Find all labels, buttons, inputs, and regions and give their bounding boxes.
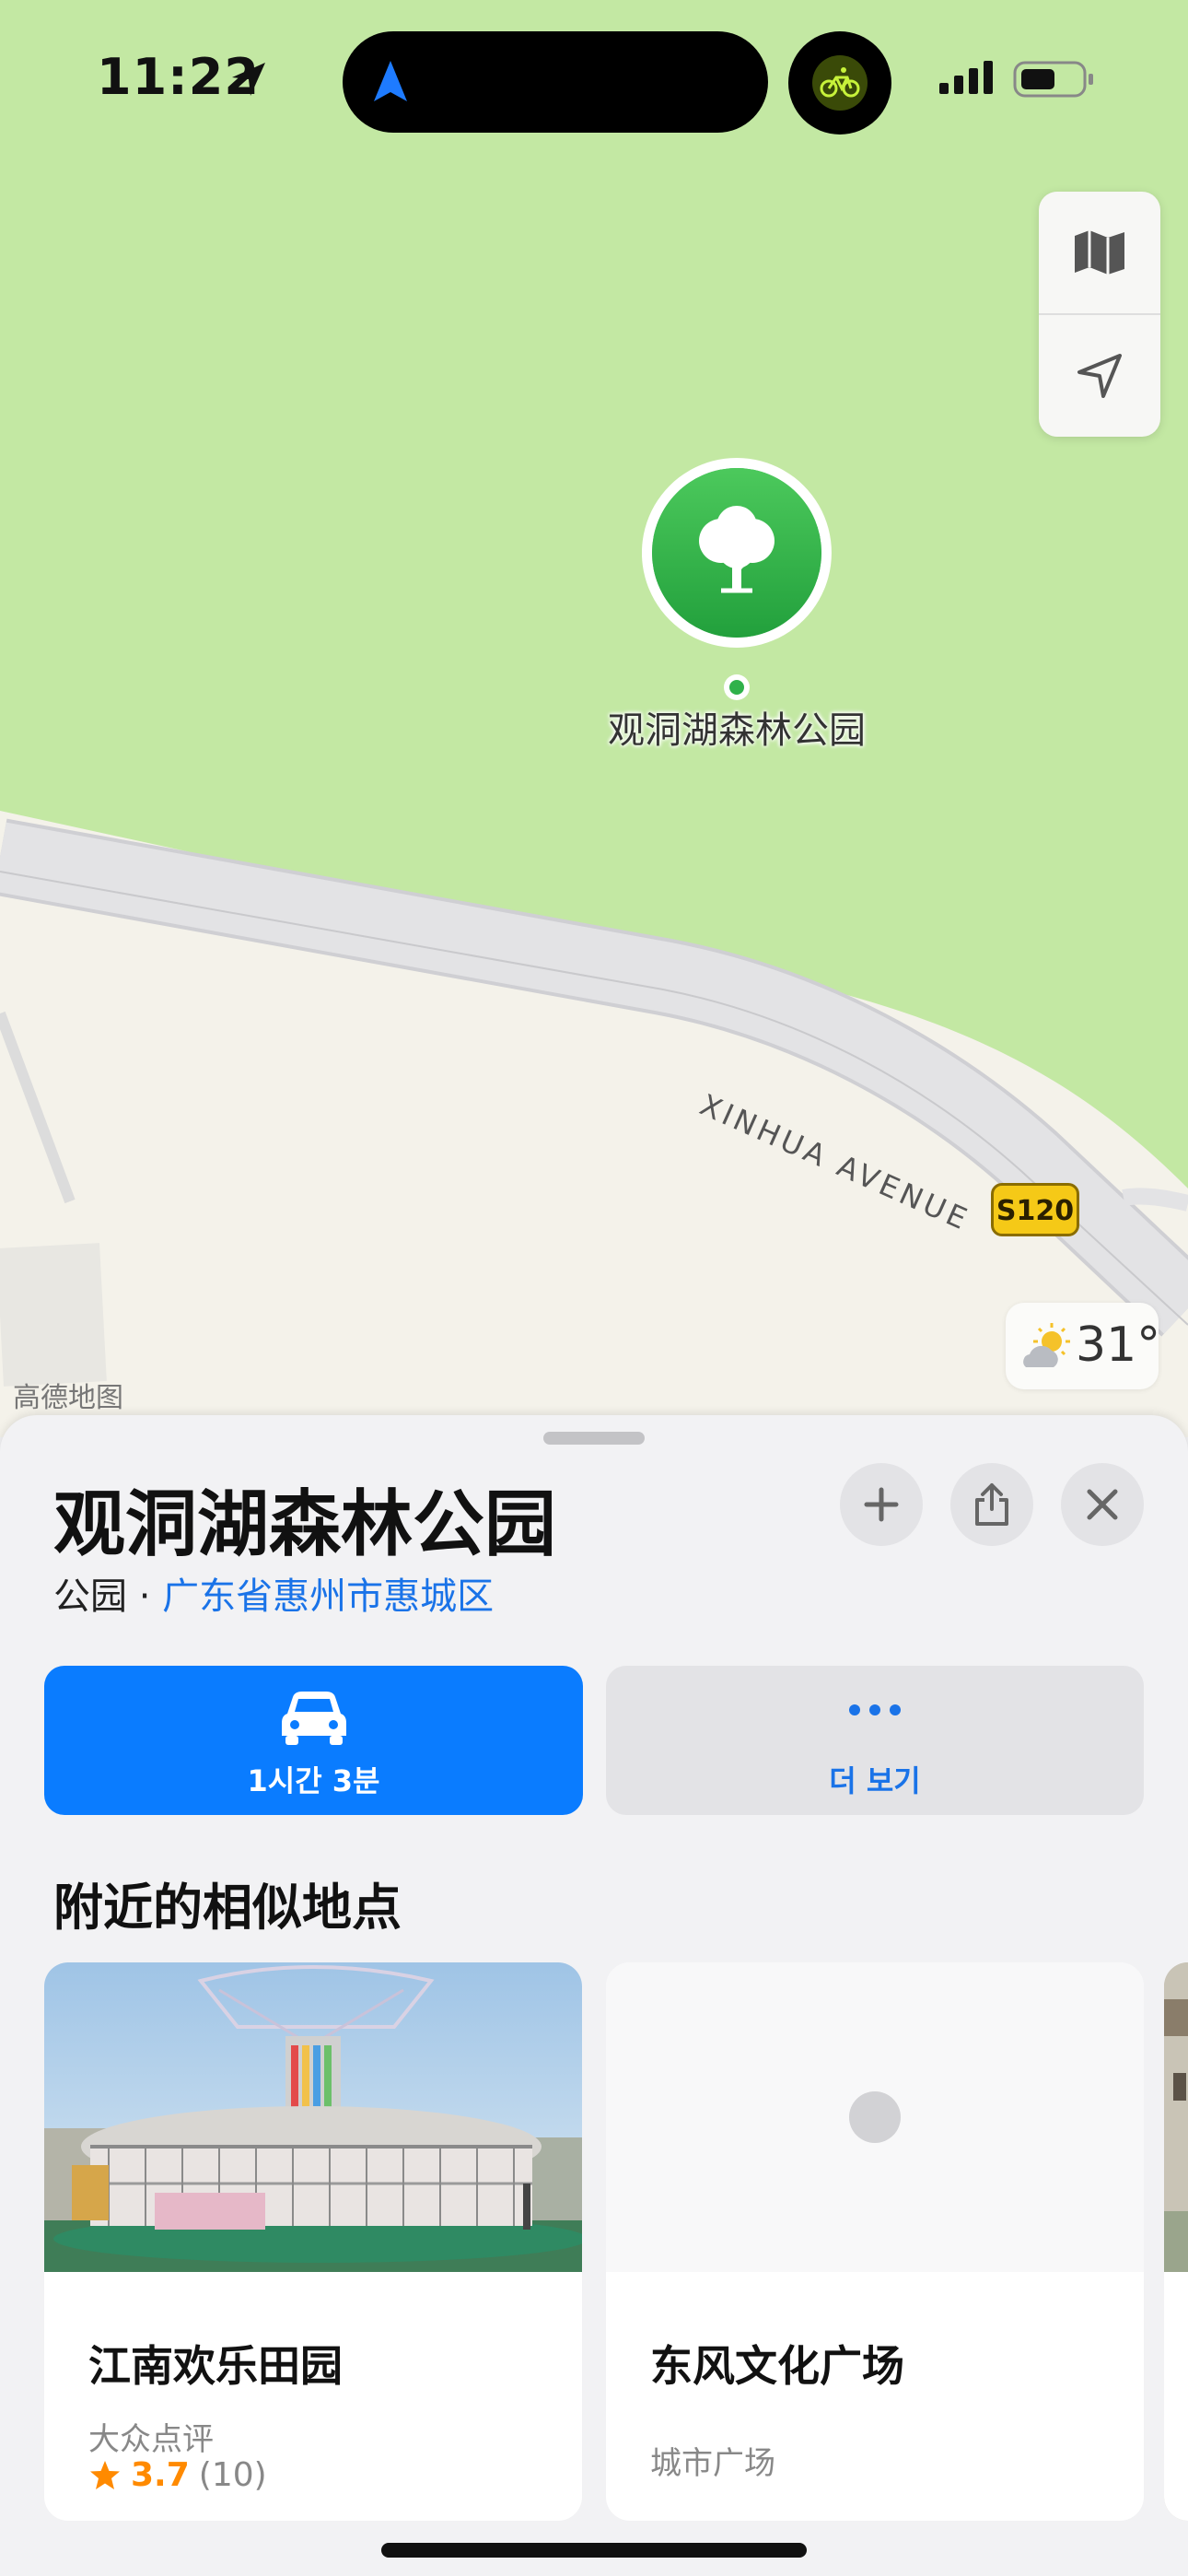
card-name: 江南欢乐田园 (88, 2341, 343, 2391)
place-label[interactable]: 观洞湖森林公园 (553, 700, 921, 754)
map-mode-button[interactable] (1039, 192, 1160, 313)
weather-badge: 31° (1006, 1303, 1161, 1389)
nearby-place-card[interactable]: 江南欢乐田园 大众点评 3.7 (10) (44, 1962, 582, 2521)
location-arrow-icon (232, 63, 265, 96)
pin-dot (724, 674, 750, 700)
card-name: 东风文化广场 (650, 2341, 904, 2391)
place-photo-placeholder (606, 1962, 1144, 2272)
locate-button[interactable] (1039, 315, 1160, 437)
sheet-grabber[interactable] (543, 1432, 645, 1445)
route-shield: S120 (991, 1183, 1079, 1236)
activity-indicator[interactable] (788, 31, 891, 135)
place-category: 公园 (53, 1575, 127, 1618)
cellular-signal-icon (939, 61, 993, 94)
review-count: (10) (198, 2456, 267, 2494)
map-view[interactable]: XINHUA AVENUE S120 观洞湖森林公园 31° 高德地图 (0, 0, 1188, 1437)
place-pin[interactable] (641, 458, 832, 670)
placeholder-dot (849, 2091, 901, 2143)
battery-icon (1013, 61, 1093, 98)
dynamic-island[interactable] (343, 31, 768, 133)
status-bar: 11:22 (0, 0, 1188, 166)
place-sheet[interactable]: 观洞湖森林公园 公园 · 广东省惠州市惠城区 1시간 3분 더 보기 附近的相似… (0, 1415, 1188, 2576)
close-button[interactable] (1061, 1463, 1144, 1546)
tree-icon (693, 506, 780, 598)
map-provider-logo: 高德地图 (13, 1382, 123, 1414)
map-controls (1039, 192, 1160, 437)
car-icon (281, 1692, 346, 1745)
card-rating: 3.7 (10) (88, 2456, 267, 2494)
star-icon (90, 2460, 120, 2489)
share-icon (975, 1483, 1008, 1526)
add-button[interactable] (840, 1463, 923, 1546)
directions-button[interactable]: 1시간 3분 (44, 1666, 583, 1815)
partly-cloudy-icon (1023, 1323, 1070, 1367)
card-source: 大众点评 (88, 2421, 214, 2458)
separator: · (127, 1575, 163, 1618)
card-category: 城市广场 (650, 2445, 775, 2482)
rating-score: 3.7 (131, 2456, 190, 2494)
ellipsis-icon (849, 1704, 901, 1715)
close-icon (1087, 1489, 1118, 1520)
plus-icon (864, 1487, 899, 1522)
more-button[interactable]: 더 보기 (606, 1666, 1144, 1815)
temperature: 31° (1076, 1317, 1161, 1373)
place-photo (44, 1962, 582, 2272)
locate-icon (1077, 354, 1122, 398)
bicycle-icon (812, 55, 868, 111)
directions-label: 1시간 3분 (247, 1763, 380, 1798)
navigation-icon (374, 61, 407, 101)
more-label: 더 보기 (829, 1763, 921, 1798)
nearby-place-card-partial[interactable] (1164, 1962, 1188, 2521)
map-icon (1075, 230, 1124, 275)
home-indicator[interactable] (381, 2543, 807, 2558)
share-button[interactable] (950, 1463, 1033, 1546)
place-subtitle: 公园 · 广东省惠州市惠城区 (53, 1566, 494, 1620)
place-title: 观洞湖森林公园 (53, 1483, 557, 1566)
nearby-place-card[interactable]: 东风文化广场 城市广场 (606, 1962, 1144, 2521)
place-location-link[interactable]: 广东省惠州市惠城区 (162, 1575, 494, 1618)
section-title: 附近的相似地点 (53, 1879, 402, 1937)
